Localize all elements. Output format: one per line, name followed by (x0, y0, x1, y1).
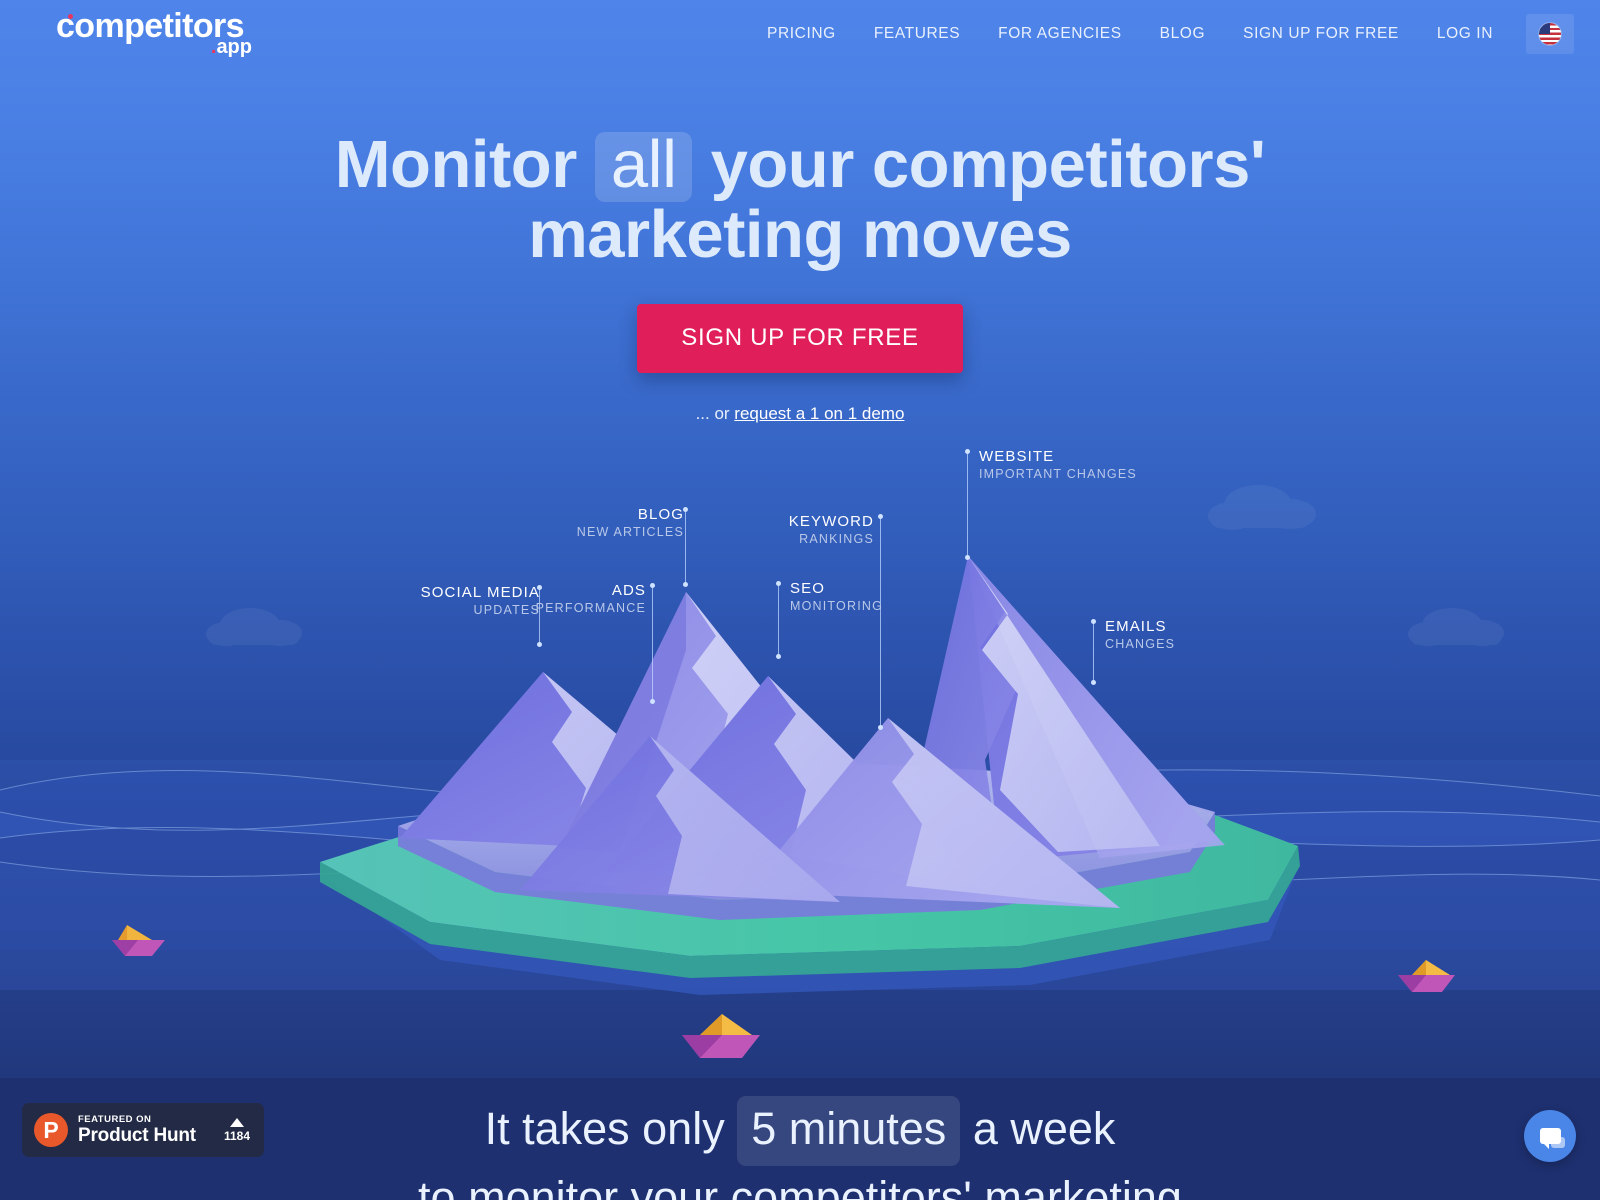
nav-item-for-agencies[interactable]: FOR AGENCIES (979, 15, 1140, 53)
us-flag-icon (1539, 23, 1561, 45)
callout-seo-stem (776, 581, 781, 659)
callout-website-sub: IMPORTANT CHANGES (979, 467, 1137, 481)
product-hunt-featured-label: FEATURED ON (78, 1114, 152, 1125)
callout-blog-sub: NEW ARTICLES (576, 525, 684, 539)
signup-free-button[interactable]: SIGN UP FOR FREE (637, 304, 963, 373)
callout-emails: EMAILS CHANGES (1091, 618, 1295, 685)
callout-emails-title: EMAILS (1105, 618, 1167, 635)
callout-ads-title: ADS (611, 582, 646, 599)
nav-item-sign-up[interactable]: SIGN UP FOR FREE (1224, 15, 1418, 53)
nav-item-blog[interactable]: BLOG (1141, 15, 1224, 53)
product-hunt-badge[interactable]: P FEATURED ON Product Hunt 1184 (22, 1103, 264, 1157)
callout-blog: BLOG NEW ARTICLES (448, 506, 688, 587)
bottom-headline-line-2: to monitor your competitors' marketing (418, 1172, 1182, 1200)
nav-item-log-in[interactable]: LOG IN (1418, 15, 1512, 53)
callout-website-title: WEBSITE (979, 448, 1055, 465)
product-hunt-name: Product Hunt (78, 1125, 196, 1146)
hero-section: Monitor all your competitors' marketing … (0, 131, 1600, 424)
product-hunt-upvote-count: 1184 (223, 1128, 250, 1143)
callout-website: WEBSITE IMPORTANT CHANGES (965, 448, 1199, 560)
callout-ads: ADS PERFORMANCE (440, 582, 655, 704)
page-title: Monitor all your competitors' marketing … (0, 131, 1600, 268)
logo[interactable]: competitors .app (56, 7, 252, 61)
bottom-text-a: It takes only (484, 1103, 738, 1154)
callout-seo-sub: MONITORING (790, 599, 884, 613)
bottom-text-b: a week (960, 1103, 1116, 1154)
primary-navigation: PRICING FEATURES FOR AGENCIES BLOG SIGN … (748, 14, 1574, 54)
logo-accent-dot-icon (68, 14, 73, 19)
product-hunt-votes: 1184 (223, 1117, 252, 1143)
demo-request-line: ... or request a 1 on 1 demo (0, 404, 1600, 424)
callout-seo: SEO MONITORING (776, 580, 950, 659)
callout-seo-title: SEO (790, 580, 825, 597)
logo-tld-text: app (216, 36, 252, 58)
callout-emails-stem (1091, 619, 1096, 685)
logo-tld: .app (210, 36, 252, 58)
headline-part-1: Monitor (334, 127, 578, 202)
nav-item-pricing[interactable]: PRICING (748, 15, 855, 53)
product-hunt-logo-icon: P (34, 1113, 68, 1147)
request-demo-link[interactable]: request a 1 on 1 demo (734, 404, 904, 423)
cta-wrapper: SIGN UP FOR FREE (0, 304, 1600, 373)
callout-blog-title: BLOG (637, 506, 684, 523)
headline-part-2: your competitors' (710, 127, 1266, 202)
nav-item-features[interactable]: FEATURES (855, 15, 979, 53)
demo-prefix-text: ... or (695, 404, 735, 423)
callout-keyword-title: KEYWORD (788, 513, 874, 530)
callout-keyword-stem (878, 514, 883, 730)
chat-bubble-icon (1539, 1128, 1561, 1149)
language-selector[interactable] (1526, 14, 1574, 54)
callout-keyword: KEYWORD RANKINGS (664, 513, 883, 730)
site-header: competitors .app PRICING FEATURES FOR AG… (0, 0, 1600, 68)
callout-ads-sub: PERFORMANCE (535, 601, 646, 615)
callout-website-stem (965, 449, 970, 560)
bottom-highlight-5-minutes: 5 minutes (737, 1096, 961, 1166)
product-hunt-text: FEATURED ON Product Hunt (78, 1114, 224, 1146)
callout-emails-sub: CHANGES (1105, 637, 1176, 651)
headline-line-2: marketing moves (528, 197, 1072, 272)
callout-ads-stem (650, 583, 655, 704)
callout-keyword-sub: RANKINGS (799, 532, 874, 546)
upvote-triangle-icon (229, 1117, 244, 1127)
headline-highlight-all: all (594, 131, 693, 202)
chat-widget-button[interactable] (1524, 1110, 1576, 1162)
page-root: competitors .app PRICING FEATURES FOR AG… (0, 0, 1600, 1200)
